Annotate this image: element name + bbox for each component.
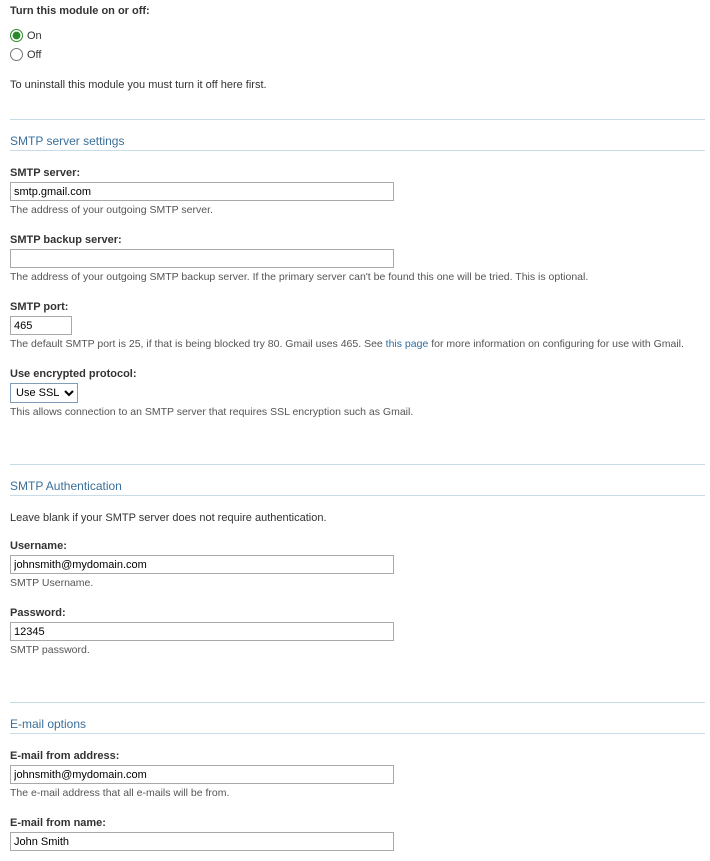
module-toggle-heading: Turn this module on or off: [10, 5, 705, 17]
module-on-radio[interactable] [10, 29, 23, 42]
smtp-port-input[interactable] [10, 316, 72, 335]
smtp-backup-label: SMTP backup server: [10, 234, 705, 246]
smtp-encryption-help: This allows connection to an SMTP server… [10, 406, 705, 418]
email-from-name-group: E-mail from name: [10, 817, 705, 851]
smtp-port-label: SMTP port: [10, 301, 705, 313]
smtp-backup-input[interactable] [10, 249, 394, 268]
smtp-auth-legend: SMTP Authentication [10, 465, 705, 496]
smtp-username-group: Username: SMTP Username. [10, 540, 705, 589]
email-options-legend: E-mail options [10, 703, 705, 734]
smtp-username-help: SMTP Username. [10, 577, 705, 589]
smtp-server-group: SMTP server: The address of your outgoin… [10, 167, 705, 216]
smtp-port-help-post: for more information on configuring for … [428, 338, 684, 350]
smtp-server-help: The address of your outgoing SMTP server… [10, 204, 705, 216]
email-from-address-label: E-mail from address: [10, 750, 705, 762]
smtp-username-label: Username: [10, 540, 705, 552]
email-from-address-group: E-mail from address: The e-mail address … [10, 750, 705, 799]
smtp-port-help-pre: The default SMTP port is 25, if that is … [10, 338, 386, 350]
smtp-auth-intro: Leave blank if your SMTP server does not… [10, 512, 705, 524]
uninstall-note: To uninstall this module you must turn i… [10, 79, 705, 91]
smtp-password-group: Password: SMTP password. [10, 607, 705, 656]
smtp-server-input[interactable] [10, 182, 394, 201]
smtp-username-input[interactable] [10, 555, 394, 574]
smtp-server-label: SMTP server: [10, 167, 705, 179]
smtp-port-help-link[interactable]: this page [386, 338, 429, 350]
smtp-password-help: SMTP password. [10, 644, 705, 656]
module-on-label: On [27, 30, 42, 42]
email-from-name-input[interactable] [10, 832, 394, 851]
smtp-port-group: SMTP port: The default SMTP port is 25, … [10, 301, 705, 350]
smtp-backup-group: SMTP backup server: The address of your … [10, 234, 705, 283]
email-from-address-help: The e-mail address that all e-mails will… [10, 787, 705, 799]
smtp-password-label: Password: [10, 607, 705, 619]
module-off-radio[interactable] [10, 48, 23, 61]
smtp-settings-legend: SMTP server settings [10, 120, 705, 151]
email-from-name-label: E-mail from name: [10, 817, 705, 829]
smtp-port-help: The default SMTP port is 25, if that is … [10, 338, 705, 350]
smtp-backup-help: The address of your outgoing SMTP backup… [10, 271, 705, 283]
smtp-encryption-group: Use encrypted protocol: Use SSL This all… [10, 368, 705, 418]
smtp-encryption-select[interactable]: Use SSL [10, 383, 78, 403]
smtp-encryption-label: Use encrypted protocol: [10, 368, 705, 380]
email-from-address-input[interactable] [10, 765, 394, 784]
module-off-row[interactable]: Off [10, 48, 705, 61]
module-off-label: Off [27, 49, 41, 61]
module-on-row[interactable]: On [10, 29, 705, 42]
smtp-password-input[interactable] [10, 622, 394, 641]
